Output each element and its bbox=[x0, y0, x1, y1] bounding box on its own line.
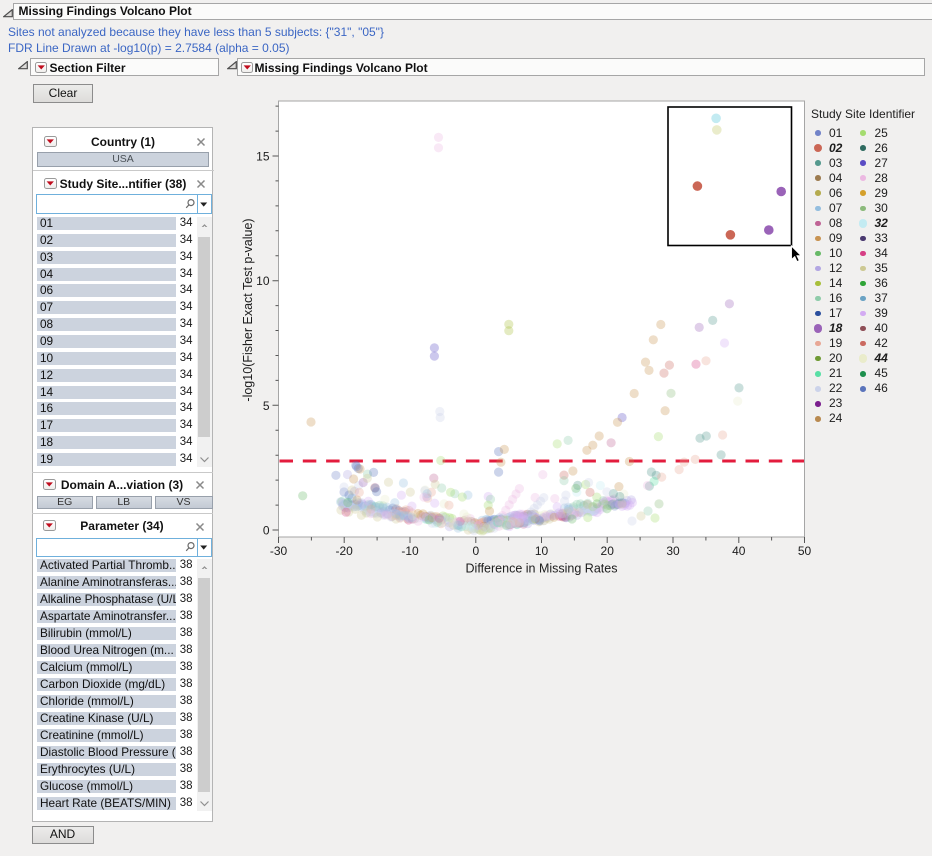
svg-text:30: 30 bbox=[666, 544, 680, 558]
svg-text:-10: -10 bbox=[401, 544, 419, 558]
svg-text:40: 40 bbox=[732, 544, 746, 558]
svg-text:-log10(Fisher Exact Test p-val: -log10(Fisher Exact Test p-value) bbox=[241, 218, 255, 401]
svg-text:20: 20 bbox=[601, 544, 615, 558]
svg-text:0: 0 bbox=[263, 524, 270, 538]
svg-text:-20: -20 bbox=[336, 544, 354, 558]
svg-text:-30: -30 bbox=[270, 544, 288, 558]
svg-text:15: 15 bbox=[256, 150, 270, 164]
svg-text:10: 10 bbox=[535, 544, 549, 558]
svg-text:5: 5 bbox=[263, 399, 270, 413]
svg-text:50: 50 bbox=[798, 544, 812, 558]
svg-text:10: 10 bbox=[256, 274, 270, 288]
svg-text:Difference in Missing Rates: Difference in Missing Rates bbox=[466, 562, 618, 576]
svg-text:0: 0 bbox=[472, 544, 479, 558]
